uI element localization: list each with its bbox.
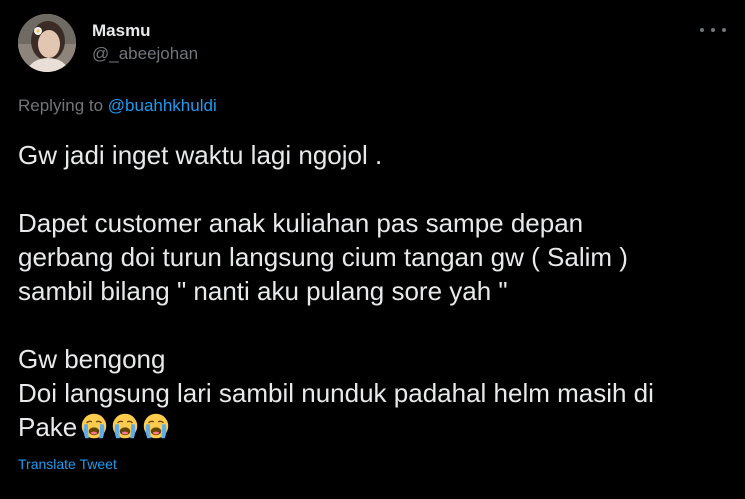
tweet-text-line: sambil bilang " nanti aku pulang sore ya…	[18, 276, 508, 306]
loudly-crying-face-icon	[113, 413, 138, 439]
tweet-text-line: Dapet customer anak kuliahan pas sampe d…	[18, 208, 584, 238]
tweet-text-line: Gw jadi inget waktu lagi ngojol .	[18, 140, 383, 170]
replying-to-label: Replying to	[18, 96, 108, 115]
loudly-crying-face-icon	[82, 413, 107, 439]
emoji-row	[77, 412, 170, 442]
replying-to: Replying to @buahhkhuldi	[18, 95, 217, 117]
tweet-text-blank-line	[18, 308, 733, 342]
avatar[interactable]	[18, 14, 76, 72]
reply-mention-link[interactable]: @buahhkhuldi	[108, 96, 217, 115]
author-block: Masmu @_abeejohan	[92, 21, 198, 65]
tweet-text-last-line: Pake	[18, 410, 733, 444]
author-handle[interactable]: @_abeejohan	[92, 43, 198, 65]
more-options-icon[interactable]	[700, 22, 726, 38]
translate-tweet-link[interactable]: Translate Tweet	[18, 455, 117, 473]
tweet-text-line: Gw bengong	[18, 344, 166, 374]
tweet-text-blank-line	[18, 172, 733, 206]
avatar-image	[18, 14, 76, 72]
author-display-name[interactable]: Masmu	[92, 21, 198, 41]
tweet-text-line: Pake	[18, 412, 78, 442]
tweet-text: Gw jadi inget waktu lagi ngojol . Dapet …	[18, 138, 733, 444]
tweet-text-line: gerbang doi turun langsung cium tangan g…	[18, 242, 628, 272]
tweet-text-line: Doi langsung lari sambil nunduk padahal …	[18, 378, 654, 408]
tweet: Masmu @_abeejohan Replying to @buahhkhul…	[0, 0, 745, 499]
loudly-crying-face-icon	[144, 413, 169, 439]
